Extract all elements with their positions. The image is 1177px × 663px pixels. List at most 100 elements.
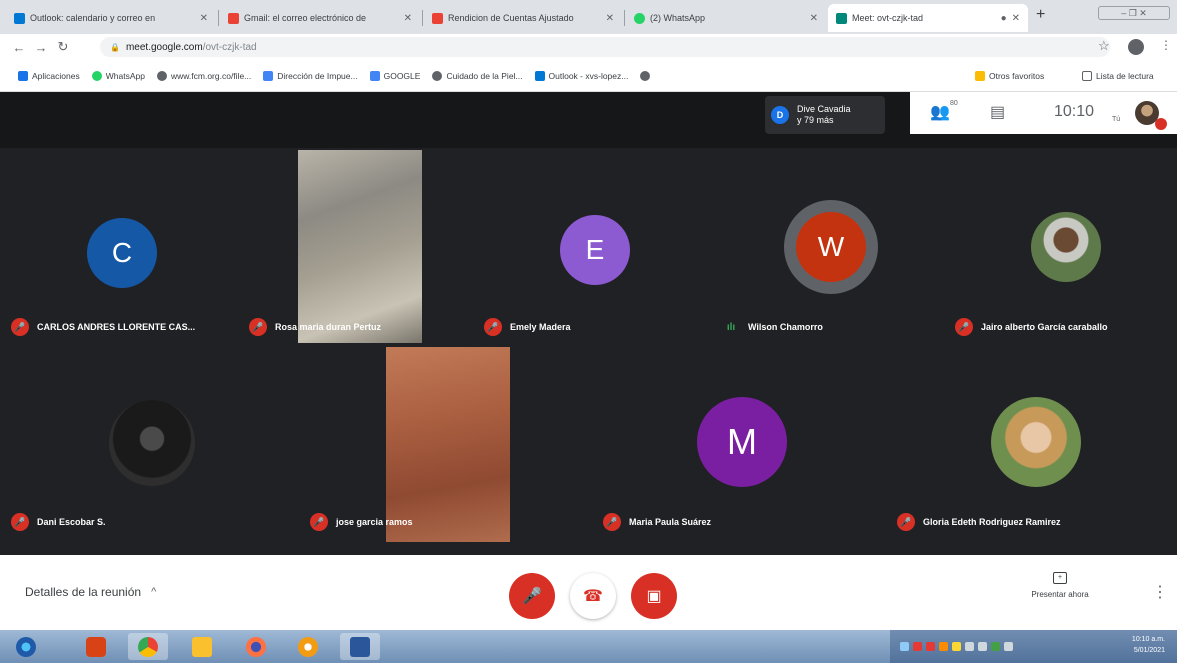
menu-icon[interactable]: ⋮ — [1160, 38, 1172, 52]
mic-off-icon: 🎤 — [897, 513, 915, 531]
tab-gmail-rendicion[interactable]: Rendicion de Cuentas Ajustado ✕ — [424, 4, 622, 32]
avatar: M — [697, 397, 787, 487]
tray-icon[interactable] — [991, 642, 1000, 651]
tab-whatsapp[interactable]: (2) WhatsApp ✕ — [626, 4, 826, 32]
tray-icon[interactable] — [926, 642, 935, 651]
close-icon[interactable]: ✕ — [606, 13, 614, 24]
mic-off-icon: 🎤 — [955, 318, 973, 336]
camera-off-icon: ▣ — [646, 588, 662, 605]
tray-icon[interactable] — [939, 642, 948, 651]
participant-tile[interactable]: M 🎤 Maria Paula Suárez — [595, 347, 885, 542]
participant-tile[interactable]: W ılı Wilson Chamorro — [714, 150, 943, 343]
bookmark-label: Dirección de Impue... — [277, 70, 358, 81]
present-now-button[interactable]: + Presentar ahora — [1020, 572, 1100, 599]
recording-dot-icon: ● — [1000, 12, 1007, 24]
close-icon[interactable]: ✕ — [1012, 13, 1020, 24]
forward-icon[interactable]: → — [30, 40, 52, 55]
participant-name: Jairo alberto García caraballo — [981, 322, 1108, 332]
participant-tile[interactable]: 🎤 Jairo alberto García caraballo — [943, 150, 1172, 343]
close-icon[interactable]: ✕ — [404, 13, 412, 24]
bookmark-label: Lista de lectura — [1096, 70, 1154, 81]
participant-tile[interactable]: 🎤 Dani Escobar S. — [5, 347, 300, 542]
present-now-label: Presentar ahora — [1031, 590, 1089, 599]
taskbar-chrome[interactable] — [128, 633, 168, 660]
url-path: /ovt-czjk-tad — [202, 41, 257, 53]
participant-tile[interactable]: 🎤 Gloria Edeth Rodriguez Ramirez — [885, 347, 1172, 542]
participant-name: CARLOS ANDRES LLORENTE CAS... — [37, 322, 196, 332]
star-icon[interactable]: ☆ — [1098, 38, 1110, 54]
leave-call-button[interactable]: ☎ — [570, 573, 616, 619]
bookmark-fcm[interactable]: www.fcm.org.co/file... — [156, 70, 251, 81]
meet-icon — [836, 12, 847, 24]
camera-toggle-button[interactable]: ▣ — [631, 573, 677, 619]
participant-nameplate: 🎤 Emely Madera — [484, 318, 571, 336]
url-input[interactable]: 🔒 meet.google.com/ovt-czjk-tad — [100, 37, 1110, 57]
bookmark-reading-list[interactable]: Lista de lectura — [1082, 70, 1154, 81]
tab-separator — [624, 10, 625, 26]
presenter-avatar: D — [771, 106, 789, 124]
taskbar-app[interactable] — [76, 633, 116, 660]
bookmark-outlook[interactable]: Outlook - xvs-lopez... — [534, 70, 629, 81]
tab-separator — [218, 10, 219, 26]
close-icon[interactable]: ✕ — [810, 13, 818, 24]
window-controls[interactable]: – ❐ ✕ — [1098, 6, 1170, 20]
presenter-chip[interactable]: D Dive Cavadia y 79 más — [765, 96, 885, 134]
tray-icon[interactable] — [1004, 642, 1013, 651]
bookmark-label: Otros favoritos — [989, 70, 1045, 81]
tray-icon[interactable] — [900, 642, 909, 651]
participant-tile[interactable]: 🎤 Rosa maria duran Pertuz — [243, 150, 476, 343]
more-options-icon[interactable]: ⋮ — [1152, 582, 1168, 602]
lock-icon: 🔒 — [110, 42, 120, 52]
chat-icon[interactable]: ▤ — [990, 102, 1005, 122]
people-icon[interactable]: 👥 — [930, 102, 950, 122]
new-tab-button[interactable]: + — [1036, 6, 1045, 24]
participant-nameplate: 🎤 CARLOS ANDRES LLORENTE CAS... — [11, 318, 195, 336]
reload-icon[interactable]: ↻ — [52, 39, 74, 55]
mic-off-icon: 🎤 — [11, 513, 29, 531]
globe-icon — [640, 70, 651, 81]
back-icon[interactable]: ← — [8, 40, 30, 55]
tab-outlook[interactable]: Outlook: calendario y correo en ✕ — [6, 4, 216, 32]
bookmark-unnamed[interactable] — [640, 70, 651, 81]
taskbar-explorer[interactable] — [182, 633, 222, 660]
taskbar-firefox[interactable] — [236, 633, 276, 660]
bookmark-other-favorites[interactable]: Otros favoritos — [975, 70, 1045, 81]
meeting-time: 10:10 — [1054, 103, 1095, 120]
tray-icon[interactable] — [913, 642, 922, 651]
mic-off-icon: 🎤 — [484, 318, 502, 336]
presenter-name: Dive Cavadia — [797, 104, 851, 114]
volume-icon[interactable] — [978, 642, 987, 651]
profile-icon[interactable] — [1128, 39, 1144, 55]
close-icon[interactable]: ✕ — [200, 13, 208, 24]
tab-meet[interactable]: Meet: ovt-czjk-tad ● ✕ — [828, 4, 1028, 32]
tab-gmail[interactable]: Gmail: el correo electrónico de ✕ — [220, 4, 420, 32]
participant-tile[interactable]: 🎤 jose garcia ramos — [300, 347, 595, 542]
taskbar-word[interactable] — [340, 633, 380, 660]
participant-tile[interactable]: C 🎤 CARLOS ANDRES LLORENTE CAS... — [5, 150, 243, 343]
avatar: E — [560, 215, 630, 285]
chrome-icon — [138, 636, 158, 657]
bookmark-google[interactable]: GOOGLE — [369, 70, 420, 81]
bookmark-impuestos[interactable]: Dirección de Impue... — [263, 70, 358, 81]
bookmark-whatsapp[interactable]: WhatsApp — [91, 70, 145, 81]
participant-tile[interactable]: E 🎤 Emely Madera — [476, 150, 714, 343]
participant-nameplate: 🎤 jose garcia ramos — [310, 513, 413, 531]
bookmark-apps[interactable]: Aplicaciones — [18, 70, 80, 81]
meeting-details-button[interactable]: Detalles de la reunión ^ — [25, 585, 156, 599]
mic-off-icon: 🎤 — [310, 513, 328, 531]
bookmark-cuidado-piel[interactable]: Cuidado de la Piel... — [432, 70, 523, 81]
taskbar-clock[interactable]: 10:10 a.m. 5/01/2021 — [1132, 634, 1165, 656]
microphone-toggle-button[interactable]: 🎤 — [509, 573, 555, 619]
participant-name: jose garcia ramos — [336, 517, 413, 527]
tab-label: Outlook: calendario y correo en — [30, 13, 156, 23]
bookmark-label: Outlook - xvs-lopez... — [548, 70, 629, 81]
participant-photo — [991, 397, 1081, 487]
bookmarks-bar: Aplicaciones WhatsApp www.fcm.org.co/fil… — [0, 60, 1177, 92]
network-icon[interactable] — [965, 642, 974, 651]
participant-grid: C 🎤 CARLOS ANDRES LLORENTE CAS... 🎤 Rosa… — [5, 150, 1172, 550]
start-button[interactable] — [6, 633, 46, 660]
taskbar-app[interactable] — [288, 633, 328, 660]
chevron-up-icon: ^ — [151, 586, 157, 598]
bookmark-label: Aplicaciones — [32, 70, 80, 81]
tray-icon[interactable] — [952, 642, 961, 651]
